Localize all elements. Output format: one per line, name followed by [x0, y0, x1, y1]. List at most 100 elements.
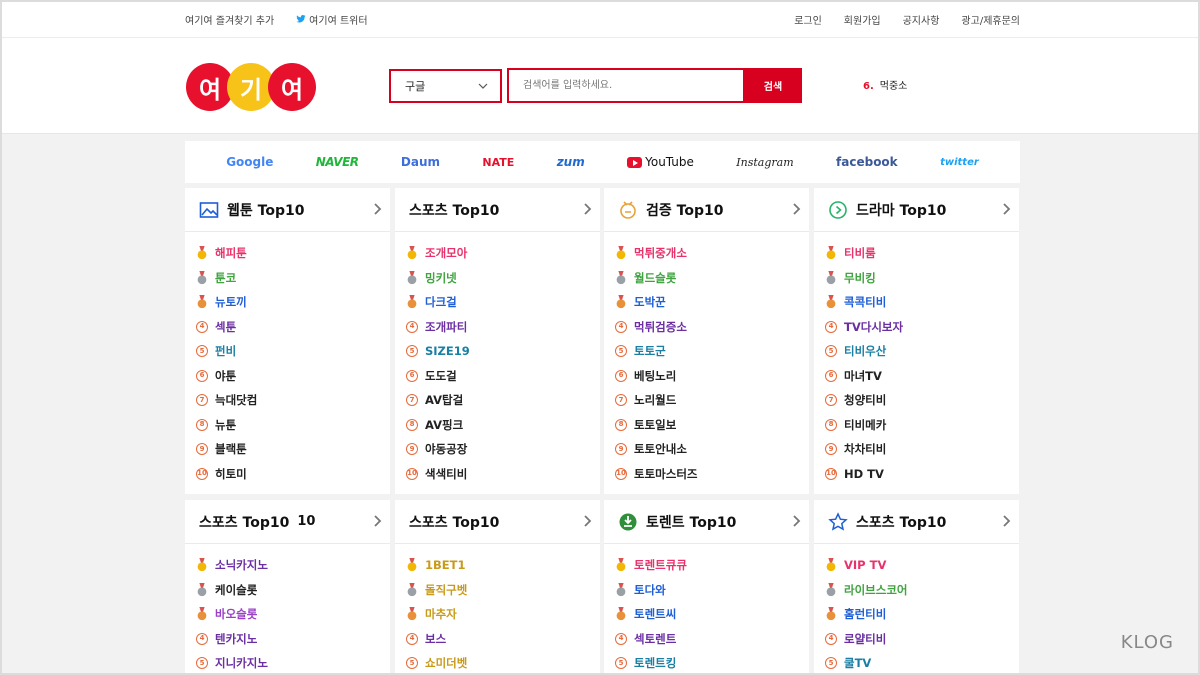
- list-item[interactable]: 9 블랙툰: [185, 437, 390, 462]
- list-item[interactable]: 8 AV핑크: [395, 413, 600, 438]
- rank-badge: 6: [824, 369, 838, 383]
- list-item[interactable]: 4 섹토렌트: [604, 627, 809, 652]
- search-input[interactable]: [509, 70, 743, 101]
- list-item[interactable]: 5 티비우산: [814, 339, 1019, 364]
- list-item[interactable]: 5 토렌트킹: [604, 651, 809, 675]
- site-name: 마녀TV: [844, 368, 882, 383]
- list-item[interactable]: 마추자: [395, 602, 600, 627]
- list-item[interactable]: 다크걸: [395, 290, 600, 315]
- list-item[interactable]: 7 AV탑걸: [395, 388, 600, 413]
- list-item[interactable]: 6 마녀TV: [814, 364, 1019, 389]
- notice-link[interactable]: 공지사항: [903, 12, 940, 27]
- daum-link[interactable]: Daum: [401, 155, 440, 169]
- list-item[interactable]: 밍키넷: [395, 266, 600, 291]
- list-item[interactable]: 무비킹: [814, 266, 1019, 291]
- instagram-link[interactable]: Instagram: [736, 156, 793, 169]
- list-item[interactable]: 6 베팅노리: [604, 364, 809, 389]
- list-item[interactable]: 월드슬롯: [604, 266, 809, 291]
- list-item[interactable]: 6 도도걸: [395, 364, 600, 389]
- list-item[interactable]: 뉴토끼: [185, 290, 390, 315]
- card-header[interactable]: 드라마 Top10: [814, 188, 1019, 232]
- list-item[interactable]: 4 TV다시보자: [814, 315, 1019, 340]
- card-header[interactable]: 토렌트 Top10: [604, 500, 809, 544]
- list-item[interactable]: 10 토토마스터즈: [604, 462, 809, 487]
- card-header[interactable]: 웹툰 Top10: [185, 188, 390, 232]
- list-item[interactable]: 티비룸: [814, 241, 1019, 266]
- site-name: 토렌트큐큐: [634, 558, 687, 573]
- list-item[interactable]: 4 텐카지노: [185, 627, 390, 652]
- list-item[interactable]: 토렌트큐큐: [604, 553, 809, 578]
- list-item[interactable]: 토렌트씨: [604, 602, 809, 627]
- list-item[interactable]: 9 토토안내소: [604, 437, 809, 462]
- card-header[interactable]: 스포츠 Top10: [395, 188, 600, 232]
- list-item[interactable]: 해피툰: [185, 241, 390, 266]
- card-header[interactable]: 스포츠 Top10: [395, 500, 600, 544]
- torrent-icon: [618, 512, 638, 532]
- youtube-link[interactable]: YouTube: [627, 155, 694, 169]
- google-link[interactable]: Google: [226, 155, 273, 169]
- login-link[interactable]: 로그인: [794, 12, 822, 27]
- list-item[interactable]: 6 야툰: [185, 364, 390, 389]
- site-name: 섹토렌트: [634, 631, 677, 646]
- list-item[interactable]: 바오슬롯: [185, 602, 390, 627]
- list-item[interactable]: 도박꾼: [604, 290, 809, 315]
- signup-link[interactable]: 회원가입: [844, 12, 881, 27]
- site-name: 티비룸: [844, 246, 876, 261]
- list-item[interactable]: 1BET1: [395, 553, 600, 578]
- list-item[interactable]: 라이브스코어: [814, 578, 1019, 603]
- list-item[interactable]: 툰코: [185, 266, 390, 291]
- list-item[interactable]: 콕콕티비: [814, 290, 1019, 315]
- list-item[interactable]: 7 노리월드: [604, 388, 809, 413]
- ranking-card: 스포츠 Top10 VIP TV 라이브스코어 홈런티비 4 로얄티비 5 쿨TV: [814, 500, 1019, 675]
- list-item[interactable]: 5 SIZE19: [395, 339, 600, 364]
- trending-keyword[interactable]: 6. 먹중소: [863, 77, 907, 92]
- list-item[interactable]: 4 조개파티: [395, 315, 600, 340]
- list-item[interactable]: 4 보스: [395, 627, 600, 652]
- list-item[interactable]: 조개모아: [395, 241, 600, 266]
- list-item[interactable]: 4 먹튀검증소: [604, 315, 809, 340]
- naver-link[interactable]: NAVER: [316, 155, 359, 169]
- search-engine-select[interactable]: 구글: [389, 69, 502, 103]
- list-item[interactable]: 토다와: [604, 578, 809, 603]
- twitter-link[interactable]: 여기여 트위터: [296, 12, 368, 27]
- list-item[interactable]: 10 HD TV: [814, 462, 1019, 487]
- card-header[interactable]: 스포츠 Top10: [814, 500, 1019, 544]
- list-item[interactable]: 10 색색티비: [395, 462, 600, 487]
- list-item[interactable]: 홈런티비: [814, 602, 1019, 627]
- zum-link[interactable]: zum: [557, 155, 585, 169]
- twitter-portal-link[interactable]: twitter: [940, 157, 979, 168]
- list-item[interactable]: 4 섹툰: [185, 315, 390, 340]
- list-item[interactable]: 5 지니카지노: [185, 651, 390, 675]
- list-item[interactable]: 먹튀중개소: [604, 241, 809, 266]
- list-item[interactable]: 돌직구벳: [395, 578, 600, 603]
- card-header[interactable]: 검증 Top10: [604, 188, 809, 232]
- ad-inquiry-link[interactable]: 광고/제휴문의: [961, 12, 1020, 27]
- list-item[interactable]: 9 차차티비: [814, 437, 1019, 462]
- site-logo[interactable]: 여 기 여: [186, 63, 316, 111]
- list-item[interactable]: 7 청양티비: [814, 388, 1019, 413]
- rank-badge: 5: [195, 344, 209, 358]
- list-item[interactable]: 5 쇼미더벳: [395, 651, 600, 675]
- medal-icon: [614, 246, 628, 260]
- search-button[interactable]: 검색: [744, 68, 802, 103]
- list-item[interactable]: 9 야동공장: [395, 437, 600, 462]
- list-item[interactable]: 7 늑대닷컴: [185, 388, 390, 413]
- card-header[interactable]: 스포츠 Top10 10: [185, 500, 390, 544]
- list-item[interactable]: 4 로얄티비: [814, 627, 1019, 652]
- rank-number: 4: [196, 320, 208, 333]
- card-title: 토렌트 Top10: [646, 514, 737, 531]
- list-item[interactable]: 8 뉴툰: [185, 413, 390, 438]
- bookmark-link[interactable]: 여기여 즐겨찾기 추가: [185, 12, 274, 27]
- facebook-link[interactable]: facebook: [836, 155, 898, 169]
- list-item[interactable]: 5 쿨TV: [814, 651, 1019, 675]
- list-item[interactable]: 8 토토일보: [604, 413, 809, 438]
- site-name: 툰코: [215, 270, 237, 285]
- list-item[interactable]: 케이슬롯: [185, 578, 390, 603]
- nate-link[interactable]: NATE: [482, 156, 514, 169]
- list-item[interactable]: 5 토토군: [604, 339, 809, 364]
- list-item[interactable]: 10 히토미: [185, 462, 390, 487]
- list-item[interactable]: 소닉카지노: [185, 553, 390, 578]
- list-item[interactable]: 8 티비메카: [814, 413, 1019, 438]
- list-item[interactable]: 5 펀비: [185, 339, 390, 364]
- list-item[interactable]: VIP TV: [814, 553, 1019, 578]
